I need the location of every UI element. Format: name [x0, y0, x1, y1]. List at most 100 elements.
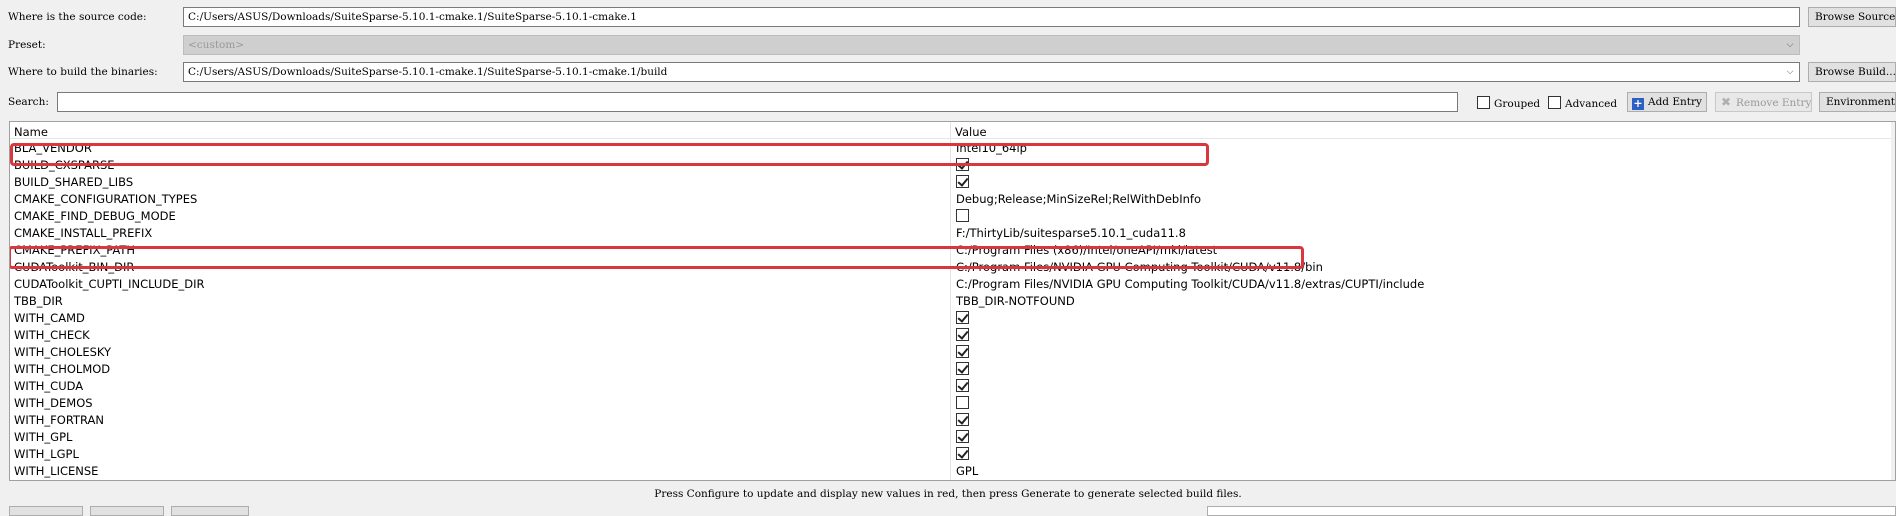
advanced-label: Advanced	[1565, 98, 1618, 110]
table-row[interactable]: WITH_LICENSE GPL	[10, 462, 1895, 479]
entry-name: WITH_LGPL	[14, 447, 79, 461]
environment-button[interactable]: Environment...	[1819, 92, 1896, 112]
preset-select: <custom> ⌵	[183, 35, 1800, 55]
advanced-checkbox[interactable]: Advanced	[1548, 96, 1617, 110]
remove-entry-button[interactable]: ✖ Remove Entry	[1715, 92, 1812, 112]
entry-value-checkbox[interactable]	[956, 396, 973, 410]
entry-name: WITH_LICENSE	[14, 464, 99, 478]
build-path-select[interactable]: C:/Users/ASUS/Downloads/SuiteSparse-5.10…	[183, 62, 1800, 82]
entry-value-checkbox[interactable]	[956, 413, 973, 427]
preset-label: Preset:	[8, 39, 46, 51]
search-input[interactable]	[57, 92, 1458, 112]
search-row: Search: Grouped Advanced + Add Entry ✖ Rem…	[0, 91, 1896, 115]
advanced-check-box	[1548, 96, 1561, 109]
table-row[interactable]: WITH_DEMOS	[10, 394, 1895, 411]
source-label: Where is the source code:	[8, 11, 147, 23]
entry-name: WITH_CAMD	[14, 311, 85, 325]
entry-value[interactable]: GPL	[956, 464, 978, 478]
table-row[interactable]: BUILD_SHARED_LIBS	[10, 173, 1895, 190]
entry-value[interactable]: C:/Program Files/NVIDIA GPU Computing To…	[956, 277, 1424, 291]
table-row[interactable]: TBB_DIR TBB_DIR-NOTFOUND	[10, 292, 1895, 309]
checked-box-icon	[956, 345, 969, 358]
checked-box-icon	[956, 328, 969, 341]
unchecked-box-icon	[956, 396, 969, 409]
entry-name: WITH_CHOLESKY	[14, 345, 112, 359]
table-row[interactable]: WITH_CUDA	[10, 377, 1895, 394]
checked-box-icon	[956, 413, 969, 426]
entry-name: CUDAToolkit_CUPTI_INCLUDE_DIR	[14, 277, 205, 291]
entry-name: WITH_DEMOS	[14, 396, 93, 410]
entry-name: BUILD_CXSPARSE	[14, 158, 115, 172]
header-value[interactable]: Value	[955, 125, 987, 139]
entry-name: CMAKE_FIND_DEBUG_MODE	[14, 209, 176, 223]
preset-value: <custom>	[188, 39, 245, 51]
preset-row: Preset: <custom> ⌵	[0, 34, 1896, 58]
entry-value[interactable]: Intel10_64lp	[956, 141, 1027, 155]
build-row: Where to build the binaries: C:/Users/AS…	[0, 61, 1896, 85]
browse-build-button[interactable]: Browse Build...	[1808, 62, 1896, 82]
table-row[interactable]: CMAKE_INSTALL_PREFIX F:/ThirtyLib/suitesp…	[10, 224, 1895, 241]
table-row[interactable]: WITH_LGPL	[10, 445, 1895, 462]
entry-name: WITH_GPL	[14, 430, 73, 444]
header-name[interactable]: Name	[14, 125, 48, 139]
entry-name: BLA_VENDOR	[14, 141, 92, 155]
checked-box-icon	[956, 311, 969, 324]
table-row[interactable]: BUILD_CXSPARSE	[10, 156, 1895, 173]
entry-value[interactable]: Debug;Release;MinSizeRel;RelWithDebInfo	[956, 192, 1201, 206]
checked-box-icon	[956, 447, 969, 460]
table-body: BLA_VENDOR Intel10_64lp BUILD_CXSPARSE BUIL…	[10, 139, 1895, 479]
entry-value-checkbox[interactable]	[956, 328, 973, 342]
entry-name: WITH_CHECK	[14, 328, 90, 342]
entry-value-checkbox[interactable]	[956, 345, 973, 359]
entry-name: CMAKE_INSTALL_PREFIX	[14, 226, 153, 240]
grouped-checkbox[interactable]: Grouped	[1477, 96, 1540, 110]
source-row: Where is the source code: C:/Users/ASUS/…	[0, 6, 1896, 30]
table-row[interactable]: WITH_CHOLESKY	[10, 343, 1895, 360]
entry-value-checkbox[interactable]	[956, 430, 973, 444]
table-row[interactable]: WITH_CHECK	[10, 326, 1895, 343]
entry-value[interactable]: C:/Program Files/NVIDIA GPU Computing To…	[956, 260, 1323, 274]
table-row[interactable]: CUDAToolkit_CUPTI_INCLUDE_DIR C:/Program …	[10, 275, 1895, 292]
output-panel	[1207, 506, 1896, 516]
entry-name: CUDAToolkit_BIN_DIR	[14, 260, 135, 274]
table-row[interactable]: CMAKE_CONFIGURATION_TYPES Debug;Release;M…	[10, 190, 1895, 207]
vertical-scrollbar[interactable]	[1891, 122, 1895, 480]
table-row[interactable]: WITH_FORTRAN	[10, 411, 1895, 428]
table-row[interactable]: WITH_CAMD	[10, 309, 1895, 326]
entry-value-checkbox[interactable]	[956, 447, 973, 461]
entry-name: WITH_FORTRAN	[14, 413, 105, 427]
table-row[interactable]: WITH_GPL	[10, 428, 1895, 445]
entry-value[interactable]: C:/Program Files (x86)/Intel/oneAPI/mkl/…	[956, 243, 1217, 257]
table-row[interactable]: CMAKE_PREFIX_PATH C:/Program Files (x86)/…	[10, 241, 1895, 258]
entry-value-checkbox[interactable]	[956, 362, 973, 376]
table-row[interactable]: CMAKE_FIND_DEBUG_MODE	[10, 207, 1895, 224]
table-row[interactable]: CUDAToolkit_BIN_DIR C:/Program Files/NVID…	[10, 258, 1895, 275]
build-path-value: C:/Users/ASUS/Downloads/SuiteSparse-5.10…	[188, 66, 668, 78]
entry-value-checkbox[interactable]	[956, 158, 973, 172]
table-header: Name Value	[10, 122, 1895, 139]
add-entry-button[interactable]: + Add Entry	[1627, 92, 1707, 112]
entry-value-checkbox[interactable]	[956, 209, 973, 223]
table-row[interactable]: BLA_VENDOR Intel10_64lp	[10, 139, 1895, 156]
generate-button[interactable]	[90, 506, 164, 516]
entry-name: WITH_CHOLMOD	[14, 362, 111, 376]
unchecked-box-icon	[956, 209, 969, 222]
status-message: Press Configure to update and display ne…	[654, 488, 1242, 500]
configure-button[interactable]	[9, 506, 83, 516]
chevron-down-icon: ⌵	[1786, 67, 1794, 77]
entry-name: TBB_DIR	[14, 294, 63, 308]
entry-name: CMAKE_PREFIX_PATH	[14, 243, 136, 257]
entry-value-checkbox[interactable]	[956, 379, 973, 393]
checked-box-icon	[956, 175, 969, 188]
cache-table: Name Value BLA_VENDOR Intel10_64lp BUILD_C…	[9, 121, 1896, 481]
entry-name: WITH_CUDA	[14, 379, 84, 393]
source-path-input[interactable]: C:/Users/ASUS/Downloads/SuiteSparse-5.10…	[183, 7, 1800, 27]
entry-value-checkbox[interactable]	[956, 175, 973, 189]
open-project-button[interactable]	[171, 506, 249, 516]
entry-value[interactable]: F:/ThirtyLib/suitesparse5.10.1_cuda11.8	[956, 226, 1186, 240]
entry-value-checkbox[interactable]	[956, 311, 973, 325]
table-row[interactable]: WITH_CHOLMOD	[10, 360, 1895, 377]
plus-icon: +	[1632, 97, 1644, 110]
entry-value[interactable]: TBB_DIR-NOTFOUND	[956, 294, 1075, 308]
browse-source-button[interactable]: Browse Source...	[1808, 7, 1896, 27]
